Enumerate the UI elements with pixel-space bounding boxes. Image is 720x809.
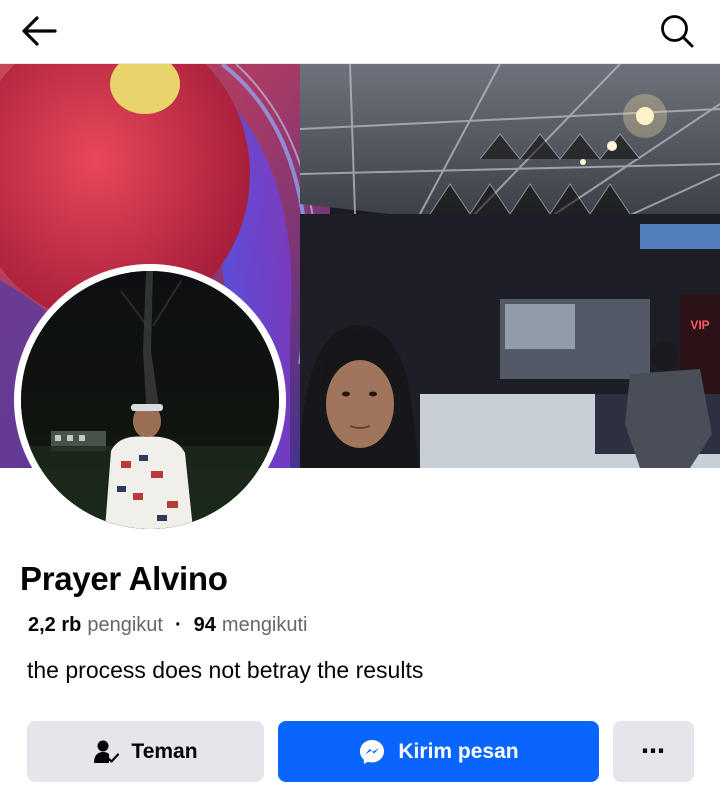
avatar [21,271,279,529]
following-link[interactable]: 94 mengikuti [194,614,308,637]
friend-check-icon [93,739,120,765]
profile-bio: the process does not betray the results [27,657,424,683]
following-label: mengikuti [221,614,308,636]
follow-stats: 2,2 rb pengikut · 94 mengikuti [28,614,308,637]
separator-dot: · [174,614,182,636]
vip-sign: VIP [690,318,709,332]
top-bar [0,0,720,64]
arrow-left-icon [22,16,57,46]
messenger-icon [358,738,386,766]
friends-button-label: Teman [131,739,198,763]
search-icon [661,15,694,48]
more-dots-icon: ⋯ [641,738,666,765]
send-message-label: Kirim pesan [398,739,519,763]
followers-count: 2,2 rb [28,614,82,636]
more-options-button[interactable]: ⋯ [613,721,694,782]
profile-picture[interactable] [14,264,286,536]
send-message-button[interactable]: Kirim pesan [278,721,599,782]
followers-link[interactable]: 2,2 rb pengikut [28,614,163,637]
followers-label: pengikut [87,614,163,636]
following-count: 94 [193,614,216,636]
profile-name: Prayer Alvino [20,560,228,597]
avatar-image [21,271,279,529]
search-button[interactable] [652,6,702,56]
back-button[interactable] [14,6,64,56]
friends-button[interactable]: Teman [27,721,264,782]
